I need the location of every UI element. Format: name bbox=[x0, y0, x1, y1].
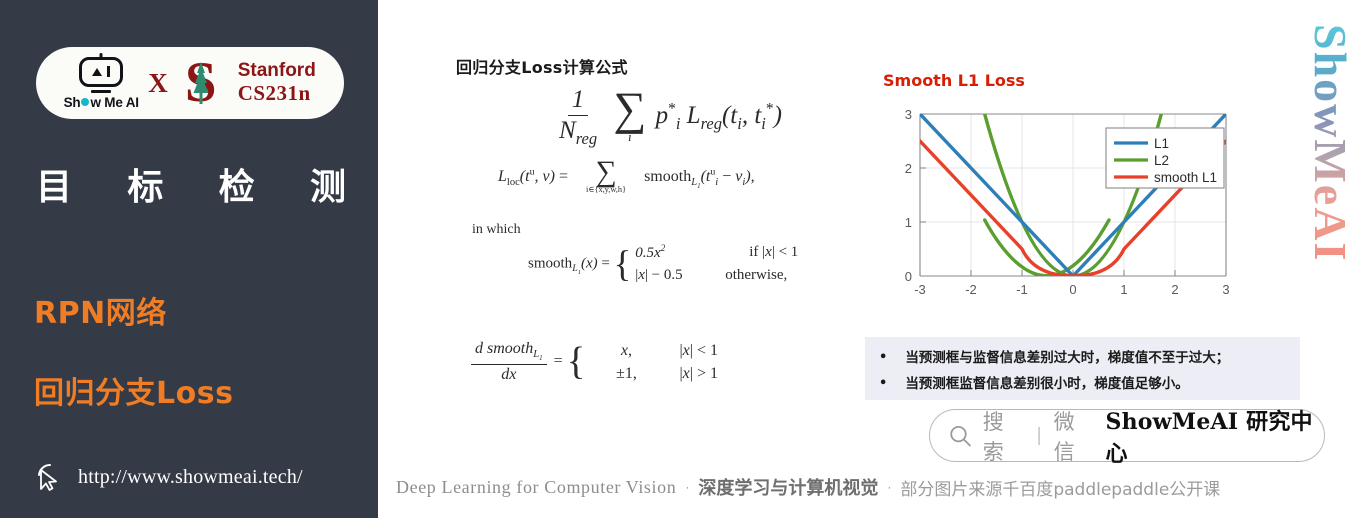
wechat-search-bar[interactable]: 搜索 | 微信 ShowMeAI 研究中心 bbox=[929, 409, 1325, 467]
page-title: 目 标 检 测 bbox=[36, 158, 346, 210]
showmeai-watermark: ShowMeAI bbox=[1305, 24, 1356, 263]
footer-separator: · bbox=[887, 480, 892, 494]
stanford-course-text: Stanford CS231n bbox=[238, 61, 316, 104]
title-char-1: 标 bbox=[127, 167, 164, 208]
stanford-tree-logo: S bbox=[178, 54, 224, 111]
footer-chinese-bold: 深度学习与计算机视觉 bbox=[698, 478, 879, 499]
note-item: • 当预测框监督信息差别很小时，梯度值足够小。 bbox=[879, 371, 1300, 397]
notes-box: • 当预测框与监督信息差别过大时，梯度值不至于过大； • 当预测框监督信息差别很… bbox=[865, 337, 1300, 400]
site-url-text: http://www.showmeai.tech/ bbox=[78, 465, 303, 488]
note-text: 当预测框与监督信息差别过大时，梯度值不至于过大； bbox=[905, 350, 1230, 366]
formula-smooth-l1-derivative: d smoothL1 dx = { x, |x| < 1 ±1, |x| > 1 bbox=[468, 340, 718, 384]
chart-svg: -3 -2 -1 0 1 2 3 3 2 1 0 L1 L2 smooth L1 bbox=[905, 107, 1230, 297]
title-char-3: 测 bbox=[309, 167, 346, 208]
chart-legend-label-l2: L2 bbox=[1154, 153, 1169, 168]
note-text: 当预测框监督信息差别很小时，梯度值足够小。 bbox=[905, 376, 1189, 393]
footer-chinese-light: 部分图片来源千百度paddlepaddle公开课 bbox=[900, 479, 1221, 500]
footer-english: Deep Learning for Computer Vision bbox=[396, 476, 677, 497]
robot-neck-icon bbox=[91, 89, 112, 93]
course-code-label: CS231n bbox=[237, 80, 311, 105]
svg-text:1: 1 bbox=[905, 215, 912, 230]
svg-text:0: 0 bbox=[905, 269, 912, 284]
svg-text:2: 2 bbox=[1171, 282, 1178, 297]
formula-smooth-l1-definition: smoothL1(x) = { 0.5x2 if |x| < 1 |x| − 0.… bbox=[528, 242, 799, 284]
robot-face-icon bbox=[79, 56, 124, 87]
site-link-row[interactable]: http://www.showmeai.tech/ bbox=[34, 462, 303, 492]
footer-separator: · bbox=[685, 480, 690, 494]
search-placeholder: 搜索 bbox=[982, 409, 1005, 464]
section-title: 回归分支Loss计算公式 bbox=[456, 58, 628, 77]
course-badge: Shw Me AI X S Stanford CS231n bbox=[36, 47, 344, 119]
footer: Deep Learning for Computer Vision · 深度学习… bbox=[396, 474, 1361, 500]
smooth-l1-loss-chart: -3 -2 -1 0 1 2 3 3 2 1 0 L1 L2 smooth L1 bbox=[874, 100, 1258, 315]
chart-title: Smooth L1 Loss bbox=[883, 71, 1025, 90]
title-char-0: 目 bbox=[36, 167, 73, 208]
teal-dot-icon bbox=[81, 98, 90, 106]
chart-legend-label-smooth-l1: smooth L1 bbox=[1154, 170, 1217, 185]
search-icon bbox=[950, 425, 971, 446]
formula-loc-loss: Lloc(tu, v) = ∑ i∈{x,y,w,h} smoothL1(tui … bbox=[498, 156, 755, 195]
slide-root: Shw Me AI X S Stanford CS231n 目 标 检 测 RP… bbox=[0, 0, 1361, 518]
cursor-click-icon bbox=[38, 463, 57, 491]
svg-text:-1: -1 bbox=[1016, 282, 1028, 297]
stanford-label: Stanford bbox=[237, 60, 316, 82]
search-divider: | bbox=[1036, 424, 1042, 446]
search-channel-label: 微信 bbox=[1053, 409, 1076, 464]
formula-reg-loss: 1 Nreg ∑ i p*i Lreg(ti, ti*) bbox=[559, 84, 782, 148]
title-char-2: 检 bbox=[218, 167, 255, 208]
showmeai-logo: Sh w Me AI bbox=[63, 56, 139, 110]
svg-text:-2: -2 bbox=[965, 282, 977, 297]
sidebar-heading-regression-loss: 回归分支Loss bbox=[34, 376, 234, 411]
chart-legend: L1 L2 smooth L1 bbox=[1105, 127, 1225, 189]
notes-list: • 当预测框与监督信息差别过大时，梯度值不至于过大； • 当预测框监督信息差别很… bbox=[879, 345, 1300, 398]
bullet-icon: • bbox=[879, 350, 888, 365]
svg-text:2: 2 bbox=[905, 161, 912, 176]
note-item: • 当预测框与监督信息差别过大时，梯度值不至于过大； bbox=[879, 345, 1300, 371]
stanford-tree-icon bbox=[193, 62, 209, 104]
svg-text:1: 1 bbox=[1120, 282, 1127, 297]
showmeai-wordmark: Sh w Me AI bbox=[63, 94, 139, 110]
sidebar: Shw Me AI X S Stanford CS231n 目 标 检 测 RP… bbox=[0, 0, 378, 518]
svg-text:3: 3 bbox=[905, 107, 912, 122]
cross-symbol: X bbox=[148, 67, 168, 98]
svg-text:3: 3 bbox=[1222, 282, 1229, 297]
formula-in-which-label: in which bbox=[472, 222, 521, 237]
main-content: 回归分支Loss计算公式 1 Nreg ∑ i p*i Lreg(ti, ti*)… bbox=[378, 0, 1361, 518]
svg-text:-3: -3 bbox=[914, 282, 926, 297]
svg-text:0: 0 bbox=[1069, 282, 1076, 297]
search-brand-label: ShowMeAI 研究中心 bbox=[1105, 408, 1313, 467]
bullet-icon: • bbox=[879, 376, 888, 392]
sidebar-heading-rpn: RPN网络 bbox=[34, 296, 167, 331]
chart-legend-label-l1: L1 bbox=[1154, 136, 1169, 151]
